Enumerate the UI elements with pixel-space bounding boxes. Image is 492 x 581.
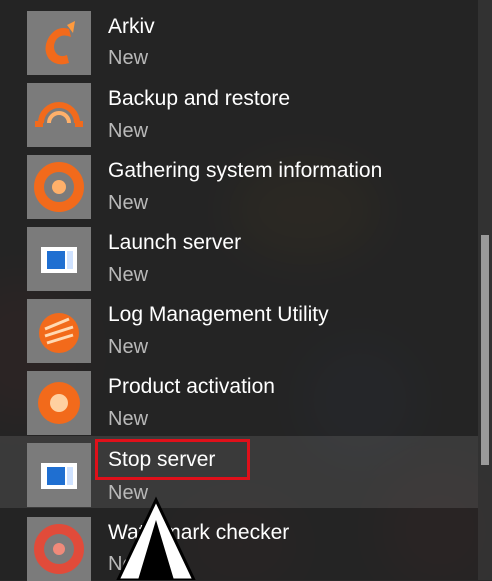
product-activation-icon <box>27 371 91 435</box>
arkiv-icon <box>27 11 91 75</box>
app-name: Log Management Utility <box>108 303 329 326</box>
app-item-product-activation[interactable]: Product activation New <box>0 360 478 435</box>
app-name: Backup and restore <box>108 87 291 110</box>
app-name: Launch server <box>108 231 242 254</box>
app-new-badge: New <box>108 408 149 430</box>
scrollbar[interactable] <box>478 0 492 580</box>
app-item-watermark-checker[interactable]: Watermark checker New <box>0 508 478 581</box>
app-item-backup-and-restore[interactable]: Backup and restore New <box>0 72 478 147</box>
app-new-badge: New <box>108 264 149 286</box>
app-new-badge: New <box>108 192 149 214</box>
scrollbar-thumb[interactable] <box>481 235 489 465</box>
highlight-box <box>95 439 250 480</box>
watermark-checker-icon <box>27 517 91 581</box>
pointer-arrow-icon <box>116 496 196 580</box>
app-new-badge: New <box>108 47 149 69</box>
app-item-launch-server[interactable]: Launch server New <box>0 216 478 291</box>
app-name: Gathering system information <box>108 159 383 182</box>
app-item-gathering-system-information[interactable]: Gathering system information New <box>0 144 478 219</box>
launch-server-icon <box>27 227 91 291</box>
start-menu-app-list: Arkiv New Backup and restore New Gatheri… <box>0 0 492 581</box>
app-item-arkiv[interactable]: Arkiv New <box>0 0 478 75</box>
app-name: Arkiv <box>108 15 155 38</box>
app-new-badge: New <box>108 120 149 142</box>
app-name: Product activation <box>108 375 275 398</box>
app-item-log-management-utility[interactable]: Log Management Utility New <box>0 288 478 363</box>
backup-restore-icon <box>27 83 91 147</box>
app-list: Arkiv New Backup and restore New Gatheri… <box>0 0 478 581</box>
log-management-icon <box>27 299 91 363</box>
system-info-icon <box>27 155 91 219</box>
stop-server-icon <box>27 443 91 507</box>
app-new-badge: New <box>108 336 149 358</box>
